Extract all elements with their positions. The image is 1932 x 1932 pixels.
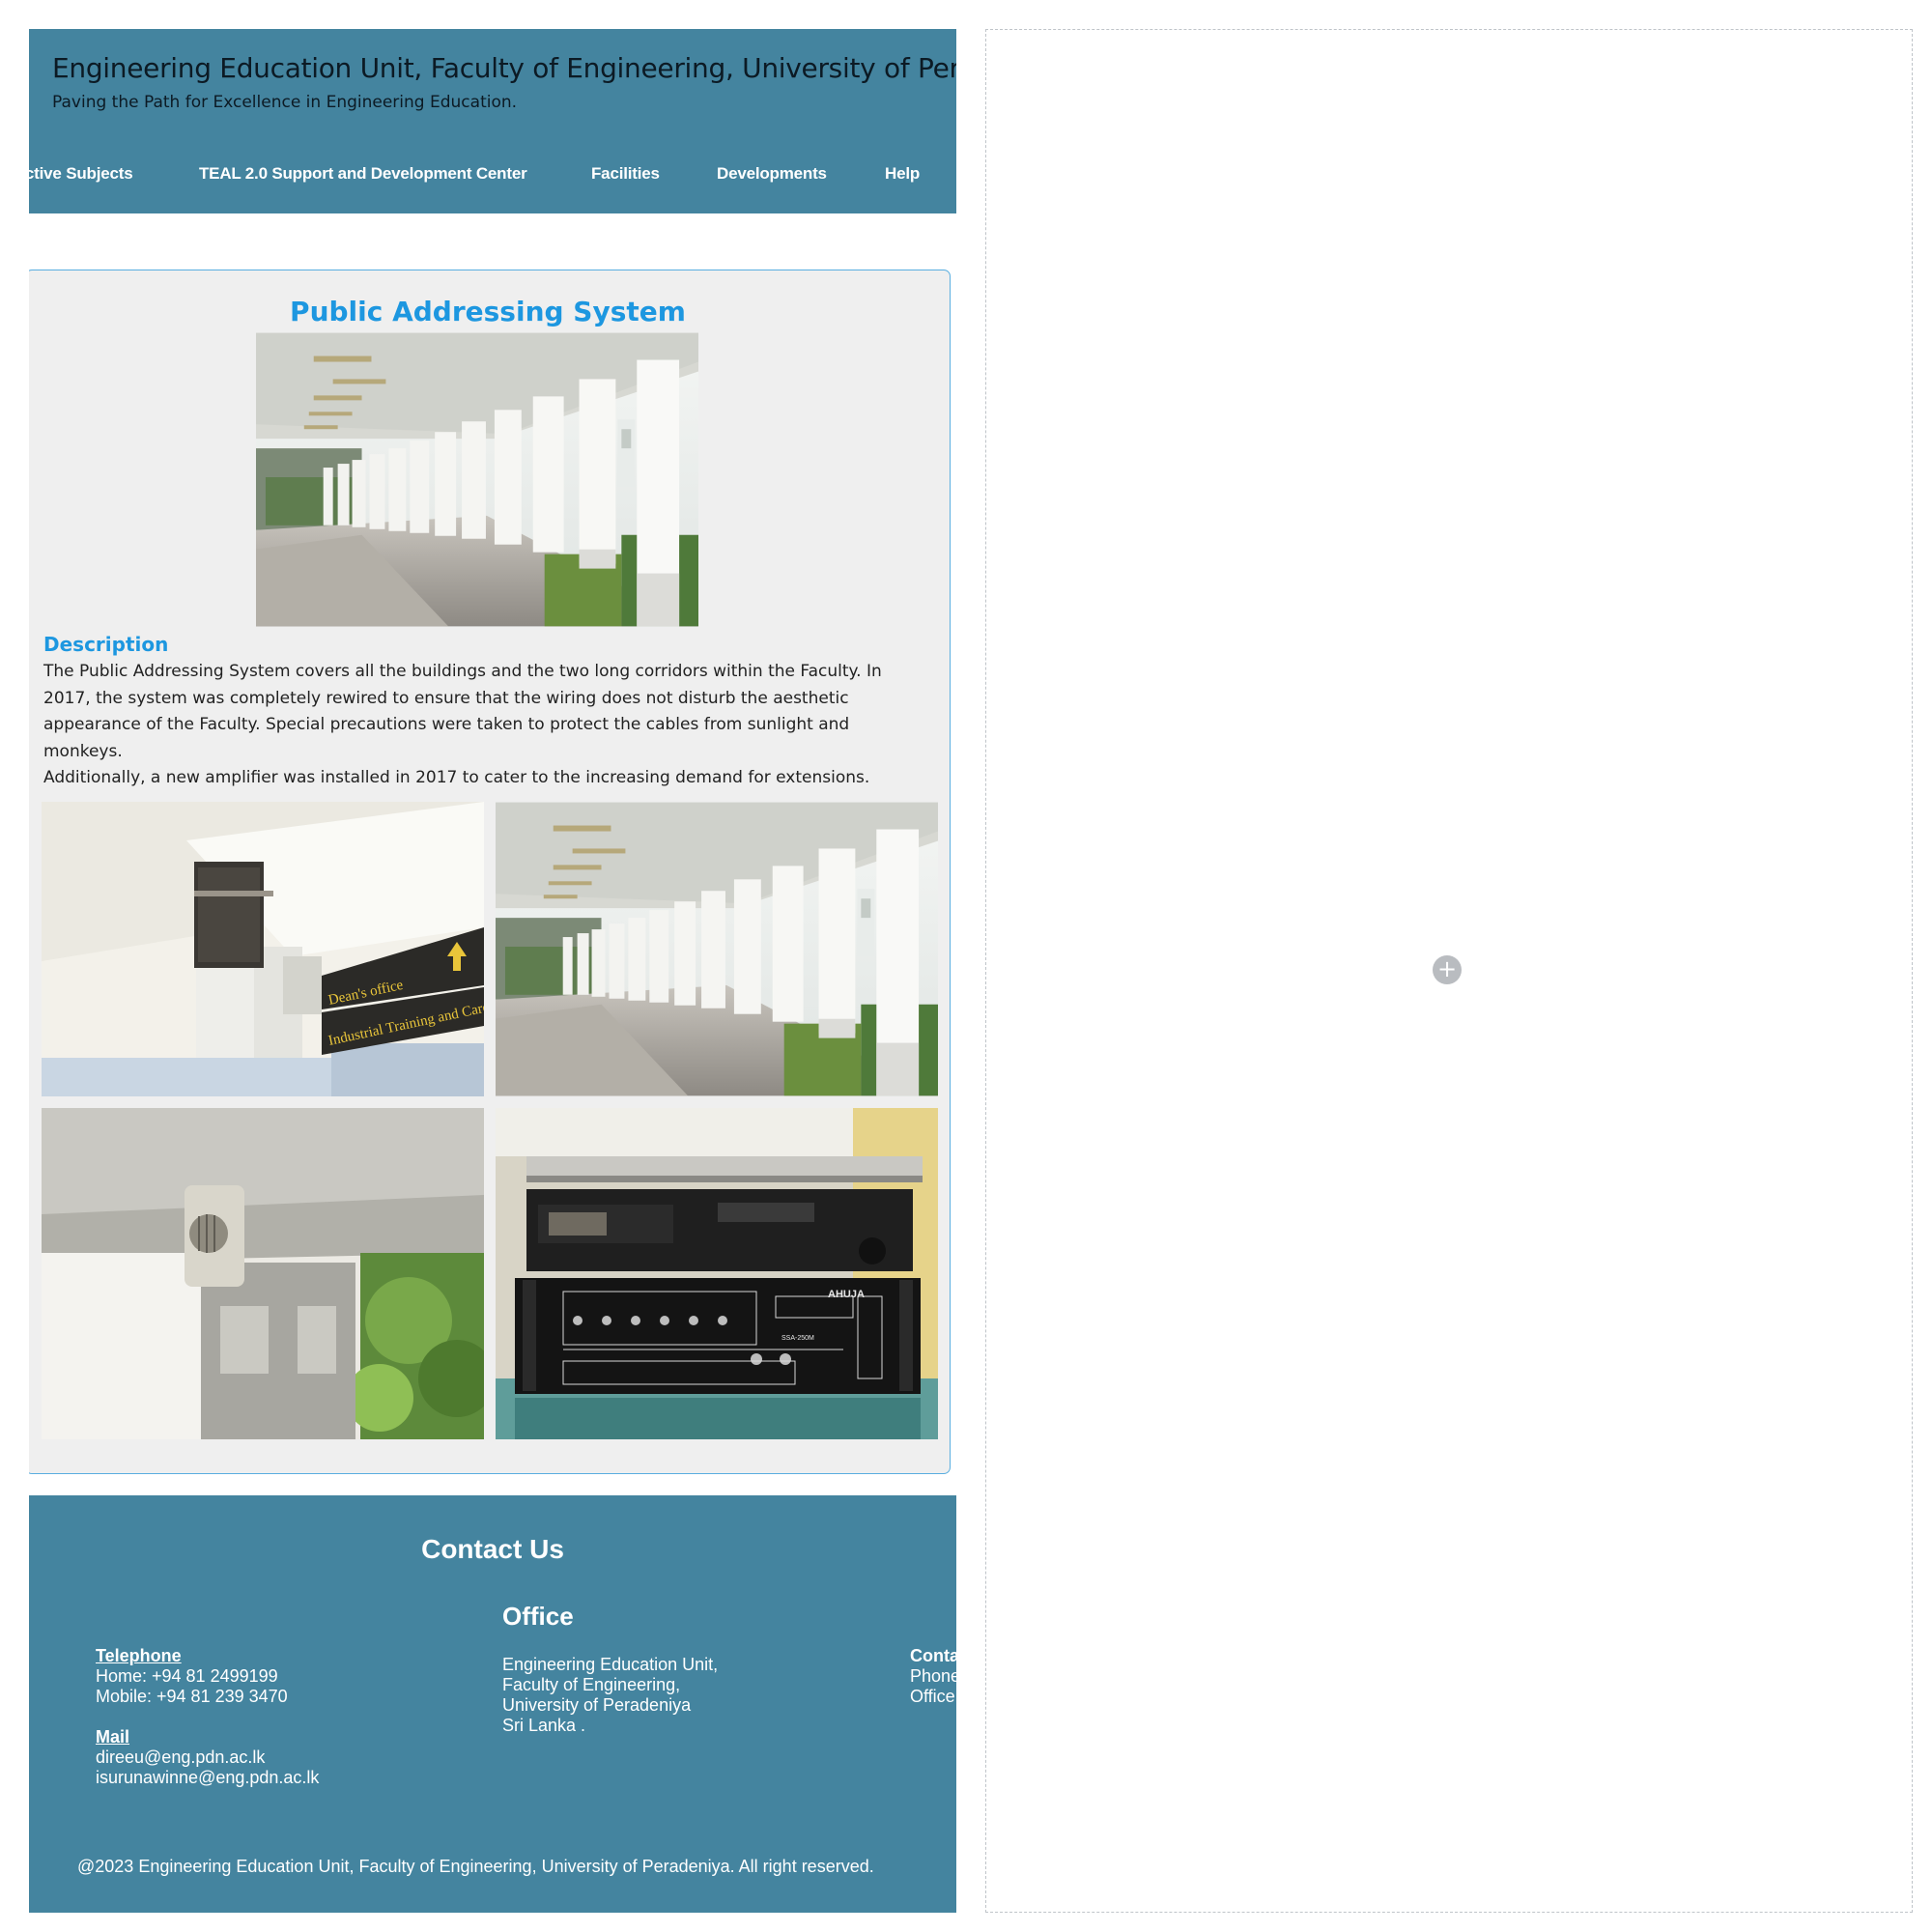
description-heading: Description	[43, 633, 169, 656]
office-heading: Office	[502, 1602, 574, 1631]
office-line: Sri Lanka .	[502, 1716, 586, 1735]
description-paragraph-2: Additionally, a new amplifier was instal…	[43, 768, 870, 787]
amp-brand-label: AHUJA	[828, 1289, 865, 1300]
description-text: The Public Addressing System covers all …	[43, 659, 923, 792]
office-address: Engineering Education Unit, Faculty of E…	[502, 1655, 718, 1736]
gallery-photo-speaker-signs: Dean's office Industrial Training and Ca…	[42, 802, 484, 1096]
description-paragraph: The Public Addressing System covers all …	[43, 662, 882, 761]
hero-corridor-photo	[256, 332, 698, 627]
gallery-photo-amplifier: AHUJA SSA-250M	[496, 1108, 938, 1439]
email-link[interactable]: direeu@eng.pdn.ac.lk	[96, 1747, 319, 1768]
site-footer: Contact Us Telephone Home: +94 81 249919…	[29, 1495, 956, 1913]
mobile-phone: Mobile: +94 81 239 3470	[96, 1687, 288, 1706]
nav-facilities[interactable]: Facilities	[591, 164, 660, 184]
add-icon[interactable]: +	[1433, 955, 1462, 984]
main-nav: Elective Subjects TEAL 2.0 Support and D…	[29, 164, 956, 193]
office-line: University of Peradeniya	[502, 1695, 692, 1715]
contact-us-heading: Contact Us	[421, 1534, 564, 1564]
office-line: Faculty of Engineering,	[502, 1675, 681, 1694]
contact-column-cut: Contact Phone Office	[910, 1646, 956, 1707]
site-tagline: Paving the Path for Excellence in Engine…	[52, 93, 518, 112]
gallery-photo-speaker-pillar	[42, 1108, 484, 1439]
nav-developments[interactable]: Developments	[717, 164, 827, 184]
nav-teal-center[interactable]: TEAL 2.0 Support and Development Center	[199, 164, 527, 184]
email-link-2[interactable]: isurunawinne@eng.pdn.ac.lk	[96, 1768, 319, 1788]
site-header: Engineering Education Unit, Faculty of E…	[29, 29, 956, 213]
contact-cut-line-2: Office	[910, 1687, 955, 1706]
gallery-photo-corridor	[496, 802, 938, 1096]
amp-model-label: SSA-250M	[781, 1335, 814, 1342]
telephone-label: Telephone	[96, 1646, 182, 1665]
copyright: @2023 Engineering Education Unit, Facult…	[77, 1857, 874, 1876]
site-title[interactable]: Engineering Education Unit, Faculty of E…	[52, 52, 956, 84]
contact-cut-label: Contact	[910, 1646, 956, 1665]
nav-elective-subjects[interactable]: Elective Subjects	[29, 164, 133, 184]
website-preview: Engineering Education Unit, Faculty of E…	[29, 29, 956, 1913]
mail-label: Mail	[96, 1727, 130, 1747]
nav-help[interactable]: Help	[885, 164, 920, 184]
office-line: Engineering Education Unit,	[502, 1655, 719, 1674]
page-title: Public Addressing System	[290, 296, 686, 327]
contact-cut-line: Phone	[910, 1666, 956, 1686]
content-card: Public Addressing System Description The…	[29, 270, 951, 1474]
empty-drop-panel[interactable]: +	[985, 29, 1913, 1913]
home-phone: Home: +94 81 2499199	[96, 1666, 278, 1686]
contact-column: Telephone Home: +94 81 2499199 Mobile: +…	[96, 1646, 319, 1788]
